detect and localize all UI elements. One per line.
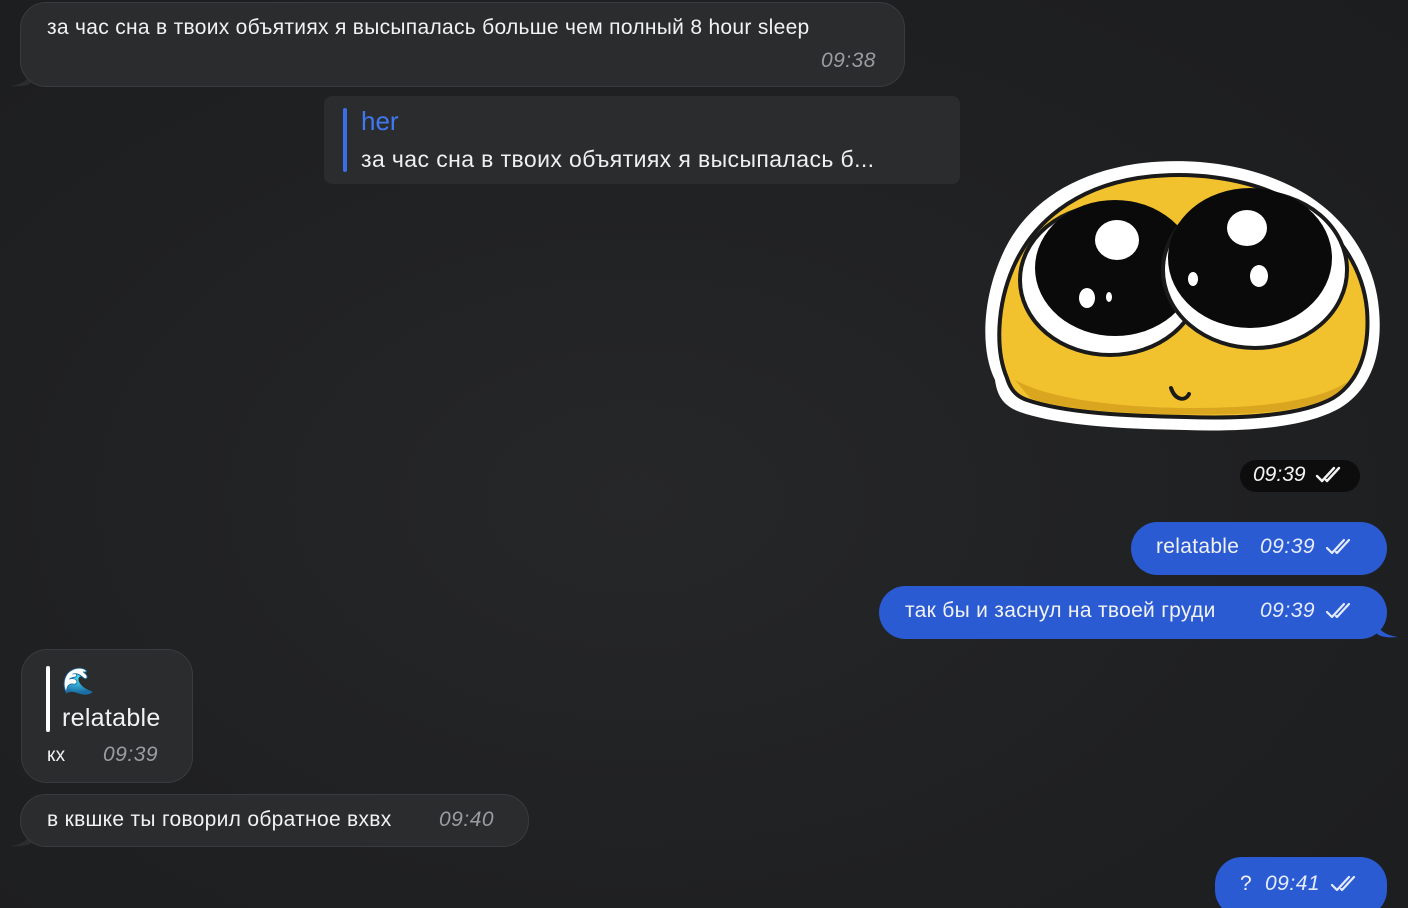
outgoing-message[interactable]: relatable 09:39 <box>1131 522 1387 575</box>
reply-accent-bar <box>343 108 347 172</box>
pleading-face-sticker[interactable] <box>975 150 1385 440</box>
message-time: 09:39 <box>1260 599 1316 622</box>
incoming-message-with-quote[interactable]: 🌊 relatable кх 09:39 <box>21 649 193 783</box>
message-time: 09:39 <box>103 743 159 766</box>
reply-preview[interactable]: her за час сна в твоих объятиях я высыпа… <box>324 96 960 184</box>
message-time: 09:41 <box>1265 872 1321 895</box>
message-time: 09:40 <box>439 808 495 831</box>
sticker-time-badge: 09:39 <box>1240 460 1360 492</box>
sticker-time: 09:39 <box>1253 463 1306 486</box>
quote-bar <box>46 666 50 732</box>
message-text: ? <box>1240 872 1252 895</box>
double-check-icon <box>1326 539 1351 555</box>
outgoing-message[interactable]: ? 09:41 <box>1215 857 1387 908</box>
message-time: 09:39 <box>1260 535 1316 558</box>
reply-author: her <box>361 106 399 136</box>
message-time: 09:38 <box>820 49 876 72</box>
reply-snippet: за час сна в твоих объятиях я высыпалась… <box>361 146 875 172</box>
quote-text: relatable <box>62 704 161 732</box>
outgoing-message[interactable]: так бы и заснул на твоей груди 09:39 <box>879 586 1387 639</box>
chat-window: за час сна в твоих объятиях я высыпалась… <box>0 0 1408 908</box>
double-check-icon <box>1331 876 1356 892</box>
message-text: так бы и заснул на твоей груди <box>905 599 1216 622</box>
message-text: за час сна в твоих объятиях я высыпалась… <box>47 16 810 39</box>
wave-emoji: 🌊 <box>62 666 95 696</box>
message-text: кх <box>47 745 66 766</box>
incoming-message[interactable]: в квшке ты говорил обратное вхвх 09:40 <box>20 794 529 847</box>
message-text: relatable <box>1156 535 1240 558</box>
double-check-icon <box>1316 467 1341 483</box>
double-check-icon <box>1326 603 1351 619</box>
incoming-message[interactable]: за час сна в твоих объятиях я высыпалась… <box>20 2 905 87</box>
message-text: в квшке ты говорил обратное вхвх <box>47 808 392 831</box>
